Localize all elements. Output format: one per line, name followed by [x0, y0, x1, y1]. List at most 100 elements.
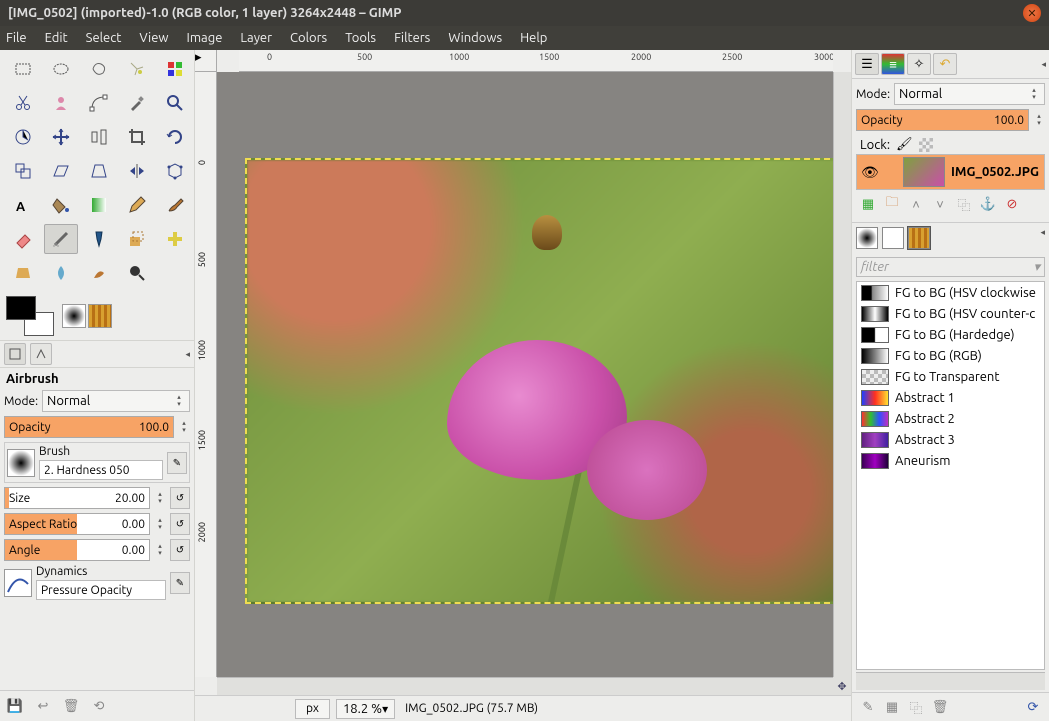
angle-slider[interactable]: Angle 0.00	[4, 539, 150, 561]
tab-gradients[interactable]	[908, 227, 930, 249]
layer-mode-select[interactable]: Normal▴▾	[894, 83, 1045, 105]
tool-scale[interactable]	[6, 156, 40, 186]
gradient-row[interactable]: FG to BG (HSV counter-c	[857, 303, 1044, 324]
gradient-row[interactable]: Abstract 1	[857, 387, 1044, 408]
brush-indicator[interactable]	[62, 304, 86, 328]
delete-layer-icon[interactable]: ⊘	[1002, 194, 1022, 214]
menu-view[interactable]: View	[139, 31, 168, 45]
angle-reset-button[interactable]: ↺	[170, 539, 190, 561]
eye-icon[interactable]: 👁	[861, 164, 877, 181]
tool-pencil[interactable]	[120, 190, 154, 220]
tool-airbrush[interactable]	[44, 224, 78, 254]
tool-align[interactable]	[82, 122, 116, 152]
menu-select[interactable]: Select	[86, 31, 122, 45]
anchor-layer-icon[interactable]: ⚓	[978, 194, 998, 214]
gradient-row[interactable]: Abstract 2	[857, 408, 1044, 429]
tool-shear[interactable]	[44, 156, 78, 186]
delete-options-icon[interactable]: 🗑	[60, 695, 82, 717]
lock-pixels-icon[interactable]: 🖌	[896, 137, 913, 152]
tool-free-select[interactable]	[82, 54, 116, 84]
gradient-row[interactable]: FG to BG (Hardedge)	[857, 324, 1044, 345]
dynamics-thumb[interactable]	[4, 569, 32, 597]
color-fg-bg[interactable]	[6, 296, 54, 336]
brush-edit-button[interactable]: ✎	[167, 452, 187, 474]
size-slider[interactable]: Size 20.00	[4, 487, 150, 509]
edit-gradient-icon[interactable]: ✎	[858, 697, 878, 717]
gradient-filter[interactable]: filter▾	[856, 257, 1045, 277]
raise-layer-icon[interactable]: ˄	[906, 194, 926, 214]
brush-name-field[interactable]: 2. Hardness 050	[39, 460, 163, 480]
reset-options-icon[interactable]: ⟲	[88, 695, 110, 717]
gradient-row[interactable]: Aneurism	[857, 450, 1044, 471]
tool-measure[interactable]	[6, 122, 40, 152]
aspect-slider[interactable]: Aspect Ratio 0.00	[4, 513, 150, 535]
tool-ink[interactable]	[82, 224, 116, 254]
duplicate-gradient-icon[interactable]: ⿻	[906, 697, 926, 717]
unit-select[interactable]: px	[295, 699, 330, 719]
layer-name[interactable]: IMG_0502.JPG	[951, 165, 1039, 179]
layer-list[interactable]: 👁 IMG_0502.JPG	[856, 154, 1045, 190]
restore-options-icon[interactable]: ↩	[32, 695, 54, 717]
mode-select[interactable]: Normal▴▾	[42, 390, 190, 412]
brush-thumb[interactable]	[7, 449, 35, 477]
gradient-row[interactable]: FG to BG (RGB)	[857, 345, 1044, 366]
tool-ellipse-select[interactable]	[44, 54, 78, 84]
tool-fuzzy-select[interactable]	[120, 54, 154, 84]
gradient-list[interactable]: FG to BG (HSV clockwiseFG to BG (HSV cou…	[856, 281, 1045, 670]
menu-image[interactable]: Image	[187, 31, 223, 45]
tab-device-status[interactable]	[30, 343, 52, 365]
layer-row[interactable]: 👁 IMG_0502.JPG	[857, 155, 1044, 189]
new-gradient-icon[interactable]: ▦	[882, 697, 902, 717]
refresh-gradient-icon[interactable]: ⟳	[1023, 697, 1043, 717]
nav-icon[interactable]: ✥	[833, 677, 851, 695]
image-canvas[interactable]	[217, 72, 833, 677]
dynamics-edit-button[interactable]: ✎	[170, 572, 190, 594]
tool-paintbrush[interactable]	[158, 190, 192, 220]
tool-crop[interactable]	[120, 122, 154, 152]
scrollbar-horizontal[interactable]	[217, 677, 833, 695]
layer-opacity-slider[interactable]: Opacity 100.0	[856, 109, 1029, 131]
tool-color-picker[interactable]	[120, 88, 154, 118]
tool-dodge[interactable]	[120, 258, 154, 288]
menu-edit[interactable]: Edit	[45, 31, 68, 45]
opacity-slider[interactable]: Opacity 100.0	[4, 416, 174, 438]
save-options-icon[interactable]: 💾	[4, 695, 26, 717]
menu-file[interactable]: File	[6, 31, 27, 45]
tool-blur[interactable]	[44, 258, 78, 288]
tool-foreground-select[interactable]	[44, 88, 78, 118]
delete-gradient-icon[interactable]: 🗑	[930, 697, 950, 717]
dock-menu2-icon[interactable]: ◂	[1040, 227, 1045, 249]
menu-layer[interactable]: Layer	[240, 31, 272, 45]
layer-thumbnail[interactable]	[903, 157, 945, 187]
scrollbar-vertical[interactable]	[833, 72, 851, 677]
aspect-reset-button[interactable]: ↺	[170, 513, 190, 535]
tab-paths[interactable]: ✧	[907, 53, 931, 75]
dock-menu-right-icon[interactable]: ◂	[1041, 59, 1046, 70]
tab-tool-options[interactable]	[4, 343, 26, 365]
tab-undo[interactable]: ↶	[933, 53, 957, 75]
tool-heal[interactable]	[158, 224, 192, 254]
tool-flip[interactable]	[120, 156, 154, 186]
close-button[interactable]: ✕	[1023, 4, 1041, 22]
tool-perspective[interactable]	[82, 156, 116, 186]
zoom-select[interactable]: 18.2 % ▾	[336, 699, 395, 719]
new-layer-icon[interactable]: ▦	[858, 194, 878, 214]
menu-windows[interactable]: Windows	[448, 31, 502, 45]
dynamics-field[interactable]: Pressure Opacity	[36, 580, 166, 600]
ruler-vertical[interactable]: 0 500 1000 1500 2000	[195, 72, 217, 677]
tab-channels[interactable]: ≡	[881, 53, 905, 75]
pattern-indicator[interactable]	[88, 304, 112, 328]
tool-scissors[interactable]	[6, 88, 40, 118]
new-group-icon[interactable]: 🗀	[882, 194, 902, 214]
tool-zoom[interactable]	[158, 88, 192, 118]
tab-patterns[interactable]	[882, 227, 904, 249]
tool-select-by-color[interactable]	[158, 54, 192, 84]
dock-menu-icon[interactable]: ◂	[185, 349, 190, 360]
menu-filters[interactable]: Filters	[394, 31, 430, 45]
ruler-origin[interactable]: ▸	[195, 50, 217, 72]
gradient-row[interactable]: FG to Transparent	[857, 366, 1044, 387]
tab-brushes[interactable]	[856, 227, 878, 249]
duplicate-layer-icon[interactable]: ⿻	[954, 194, 974, 214]
tool-eraser[interactable]	[6, 224, 40, 254]
tool-cage[interactable]	[158, 156, 192, 186]
